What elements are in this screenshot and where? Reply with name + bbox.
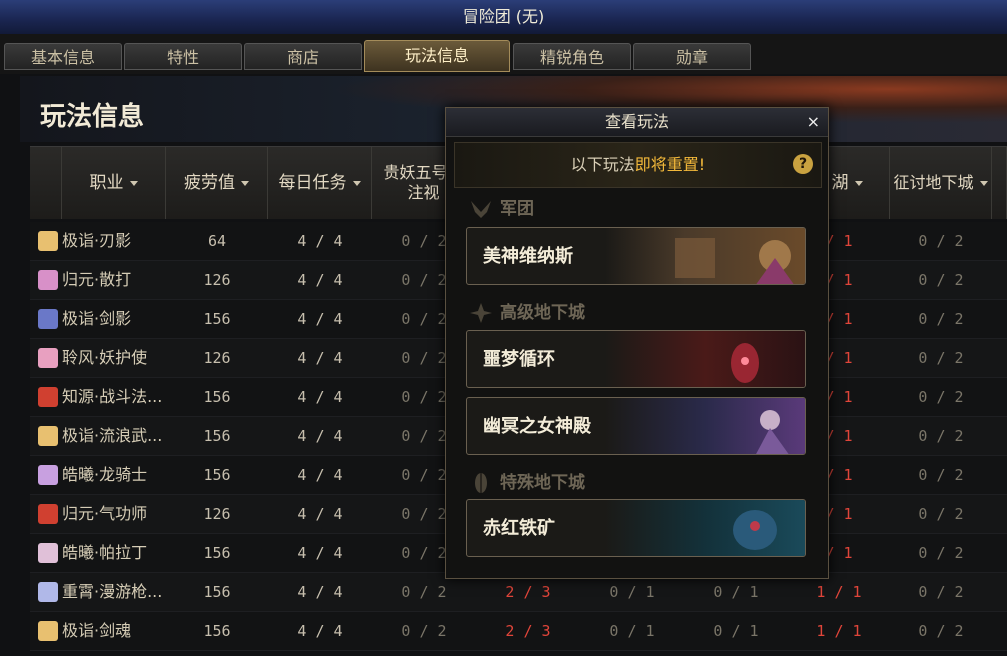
avatar [38, 270, 58, 290]
cell-daily: 4 / 4 [297, 271, 343, 289]
cell-daily: 4 / 4 [297, 349, 343, 367]
category-advanced-dungeon: 高级地下城 [468, 298, 585, 328]
cell-c8: 0 / 2 [918, 466, 964, 484]
cell-fatigue: 156 [203, 544, 231, 562]
cell-daily: 4 / 4 [297, 388, 343, 406]
cell-c8: 0 / 2 [918, 349, 964, 367]
cell-fatigue: 156 [203, 466, 231, 484]
tab-medals[interactable]: 勋章 [633, 43, 751, 70]
avatar [38, 582, 58, 602]
cell-c8: 0 / 2 [918, 505, 964, 523]
tab-traits[interactable]: 特性 [124, 43, 242, 70]
cell-fatigue: 156 [203, 388, 231, 406]
crimson-mine-art [605, 500, 805, 556]
advanced-dungeon-icon [470, 303, 492, 323]
reset-notice: 以下玩法即将重置! ? [454, 142, 822, 188]
card-label: 美神维纳斯 [483, 246, 573, 267]
popup-title-bar: 查看玩法 × [446, 108, 828, 137]
avatar [38, 621, 58, 641]
tab-gameplay-info[interactable]: 玩法信息 [364, 40, 510, 72]
avatar [38, 465, 58, 485]
cell-daily: 4 / 4 [297, 232, 343, 250]
header-spacer [30, 147, 62, 219]
cell-daily: 4 / 4 [297, 583, 343, 601]
sort-arrow-icon [979, 180, 988, 186]
notice-highlight: 即将重置! [634, 155, 706, 174]
page-title: 玩法信息 [40, 102, 145, 132]
notice-text: 以下玩法 [570, 155, 635, 174]
cell-c6: 0 / 1 [713, 622, 759, 640]
cell-c4: 2 / 3 [505, 622, 551, 640]
window-title: 冒险团 (无) [0, 0, 1007, 35]
cell-c8: 0 / 2 [918, 271, 964, 289]
tab-bar: 基本信息 特性 商店 玩法信息 精锐角色 勋章 [0, 34, 1007, 74]
tab-shop[interactable]: 商店 [244, 43, 362, 70]
venus-art [605, 228, 805, 284]
cell-fatigue: 156 [203, 622, 231, 640]
cell-daily: 4 / 4 [297, 427, 343, 445]
cell-c8: 0 / 2 [918, 232, 964, 250]
cell-daily: 4 / 4 [297, 544, 343, 562]
avatar [38, 504, 58, 524]
cell-daily: 4 / 4 [297, 505, 343, 523]
popup-title: 查看玩法 [604, 112, 669, 131]
cell-c8: 0 / 2 [918, 310, 964, 328]
cell-fatigue: 126 [203, 505, 231, 523]
header-conquest[interactable]: 征讨地下城 [890, 147, 992, 219]
special-dungeon-icon [475, 473, 487, 493]
cell-c5: 0 / 1 [609, 622, 655, 640]
view-gameplay-popup: 查看玩法 × 以下玩法即将重置! ? 军团 美神维纳斯 高级地下城 噩梦循环 幽… [445, 107, 829, 579]
category-special-dungeon: 特殊地下城 [468, 468, 585, 498]
category-legion: 军团 [468, 194, 534, 224]
tab-elite-characters[interactable]: 精锐角色 [513, 43, 631, 70]
header-col-9[interactable] [992, 147, 1007, 219]
header-fatigue[interactable]: 疲劳值 [166, 147, 268, 219]
dungeon-card-crimson-mine[interactable]: 赤红铁矿 [466, 499, 806, 557]
tab-basic-info[interactable]: 基本信息 [4, 43, 122, 70]
legion-icon [471, 201, 491, 218]
sort-arrow-icon [854, 180, 863, 186]
card-label: 幽冥之女神殿 [483, 416, 591, 437]
avatar [38, 426, 58, 446]
cell-c8: 0 / 2 [918, 583, 964, 601]
close-icon[interactable]: × [807, 108, 820, 136]
sort-arrow-icon [352, 180, 361, 186]
cell-fatigue: 156 [203, 310, 231, 328]
cell-fatigue: 64 [207, 232, 227, 250]
dungeon-card-underworld-temple[interactable]: 幽冥之女神殿 [466, 397, 806, 455]
cell-c7: 1 / 1 [816, 622, 862, 640]
sort-arrow-icon [241, 180, 249, 186]
cell-fatigue: 156 [203, 427, 231, 445]
cell-c8: 0 / 2 [918, 544, 964, 562]
avatar [38, 309, 58, 329]
underworld-temple-art [605, 398, 805, 454]
dungeon-card-nightmare-loop[interactable]: 噩梦循环 [466, 330, 806, 388]
cell-c8: 0 / 2 [918, 427, 964, 445]
dungeon-card-venus[interactable]: 美神维纳斯 [466, 227, 806, 285]
card-label: 赤红铁矿 [483, 518, 555, 539]
cell-c8: 0 / 2 [918, 622, 964, 640]
cell-daily: 4 / 4 [297, 310, 343, 328]
header-class[interactable]: 职业 [62, 147, 166, 219]
avatar [38, 231, 58, 251]
avatar [38, 543, 58, 563]
avatar [38, 387, 58, 407]
cell-daily: 4 / 4 [297, 466, 343, 484]
avatar [38, 348, 58, 368]
header-daily-quest[interactable]: 每日任务 [268, 147, 372, 219]
cell-fatigue: 156 [203, 583, 231, 601]
cell-c8: 0 / 2 [918, 388, 964, 406]
cell-c3: 0 / 2 [401, 622, 447, 640]
cell-daily: 4 / 4 [297, 622, 343, 640]
sort-arrow-icon [129, 180, 138, 186]
nightmare-loop-art [605, 331, 805, 387]
card-label: 噩梦循环 [483, 349, 555, 370]
table-row[interactable]: 极诣·剑魂 156 4 / 40 / 22 / 30 / 10 / 11 / 10 … [30, 612, 1007, 651]
cell-fatigue: 126 [203, 271, 231, 289]
help-icon[interactable]: ? [793, 154, 813, 174]
cell-fatigue: 126 [203, 349, 231, 367]
